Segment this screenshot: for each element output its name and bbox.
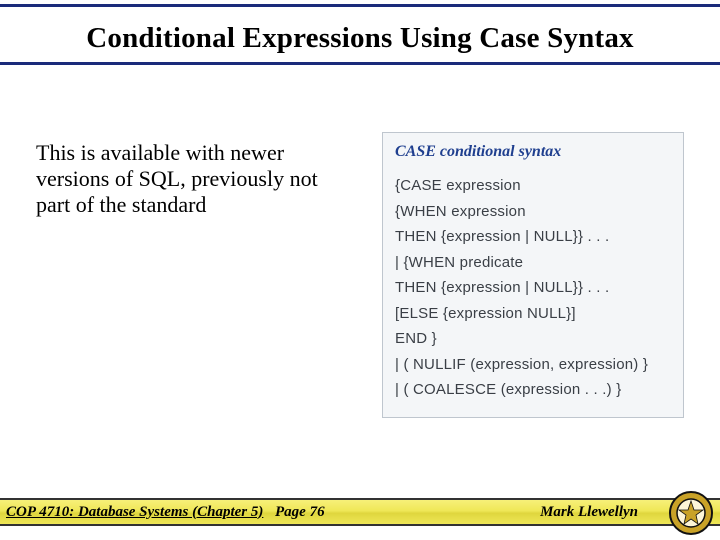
footer-page: Page 76 (275, 504, 325, 521)
slide-title: Conditional Expressions Using Case Synta… (0, 22, 720, 55)
syntax-line: | {WHEN predicate (395, 250, 671, 276)
syntax-line: | ( NULLIF (expression, expression) } (395, 352, 671, 378)
syntax-box-title: CASE conditional syntax (395, 143, 671, 161)
footer-author: Mark Llewellyn (540, 504, 638, 521)
syntax-line: {CASE expression (395, 173, 671, 199)
syntax-line: END } (395, 326, 671, 352)
body-paragraph: This is available with newer versions of… (36, 140, 326, 218)
syntax-line: | ( COALESCE (expression . . .) } (395, 377, 671, 403)
body-text: This is available with newer versions of… (36, 140, 326, 218)
footer-course: COP 4710: Database Systems (Chapter 5) (6, 504, 263, 521)
syntax-line: [ELSE {expression NULL}] (395, 301, 671, 327)
slide: Conditional Expressions Using Case Synta… (0, 0, 720, 540)
title-underline (0, 62, 720, 65)
syntax-line: THEN {expression | NULL}} . . . (395, 224, 671, 250)
top-rule (0, 4, 720, 7)
ucf-seal-icon (668, 490, 714, 536)
syntax-line: THEN {expression | NULL}} . . . (395, 275, 671, 301)
syntax-box: CASE conditional syntax {CASE expression… (382, 132, 684, 418)
syntax-line: {WHEN expression (395, 199, 671, 225)
footer-bar: COP 4710: Database Systems (Chapter 5) P… (0, 498, 720, 526)
